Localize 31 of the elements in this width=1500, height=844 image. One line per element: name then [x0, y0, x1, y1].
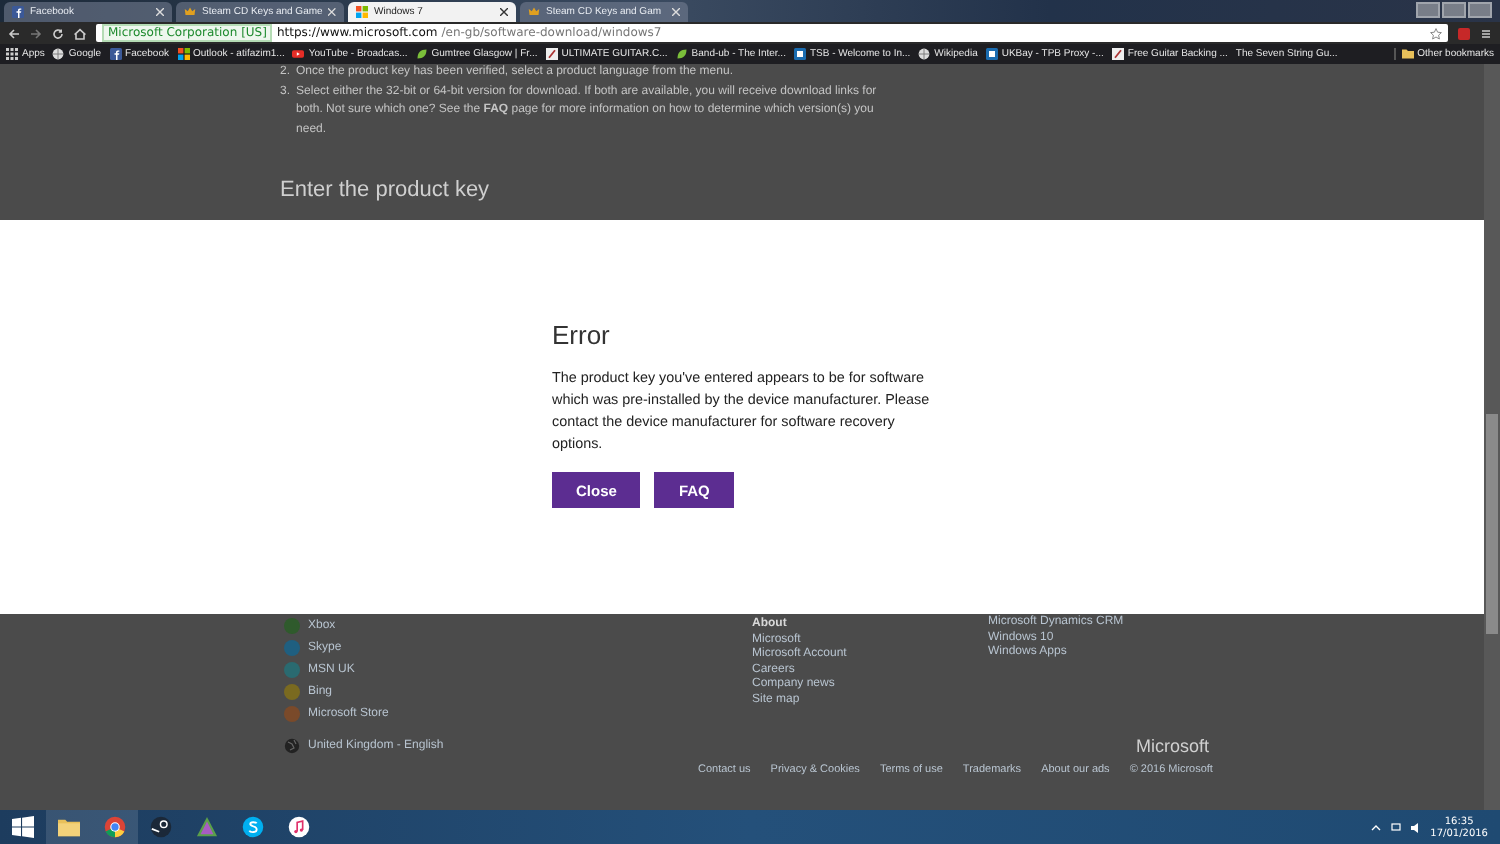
globe-icon	[284, 738, 300, 754]
scrollbar[interactable]	[1484, 64, 1500, 810]
menu-icon[interactable]	[1480, 27, 1492, 39]
section-heading: Enter the product key	[280, 178, 492, 202]
home-icon[interactable]	[74, 27, 86, 39]
crown-icon	[184, 6, 196, 18]
globe-icon	[918, 48, 931, 60]
dialog-title: Error	[552, 320, 612, 350]
globe-icon	[52, 48, 65, 60]
back-icon[interactable]	[8, 27, 20, 39]
brand-name: Microsoft	[1136, 736, 1210, 756]
apps-grid-icon	[6, 48, 18, 60]
speaker-icon[interactable]	[1410, 821, 1423, 833]
leaf-icon	[675, 48, 688, 60]
facebook-icon	[109, 48, 122, 60]
close-icon[interactable]	[500, 8, 508, 16]
video-icon	[292, 48, 305, 60]
forward-icon[interactable]	[30, 27, 42, 39]
browser-icon[interactable]	[92, 809, 138, 844]
facebook-icon	[12, 6, 24, 18]
star-icon[interactable]	[1430, 27, 1442, 39]
crown-icon	[528, 6, 540, 18]
windows-logo-icon	[177, 48, 189, 60]
leaf-icon	[415, 48, 428, 60]
reload-icon[interactable]	[52, 27, 64, 39]
extension-icon[interactable]	[1458, 27, 1470, 39]
network-icon[interactable]	[1390, 821, 1403, 833]
windows-logo-icon	[356, 6, 368, 18]
folder-icon[interactable]	[46, 809, 92, 844]
folder-icon	[1401, 48, 1414, 60]
chevron-up-icon[interactable]	[1370, 821, 1383, 833]
